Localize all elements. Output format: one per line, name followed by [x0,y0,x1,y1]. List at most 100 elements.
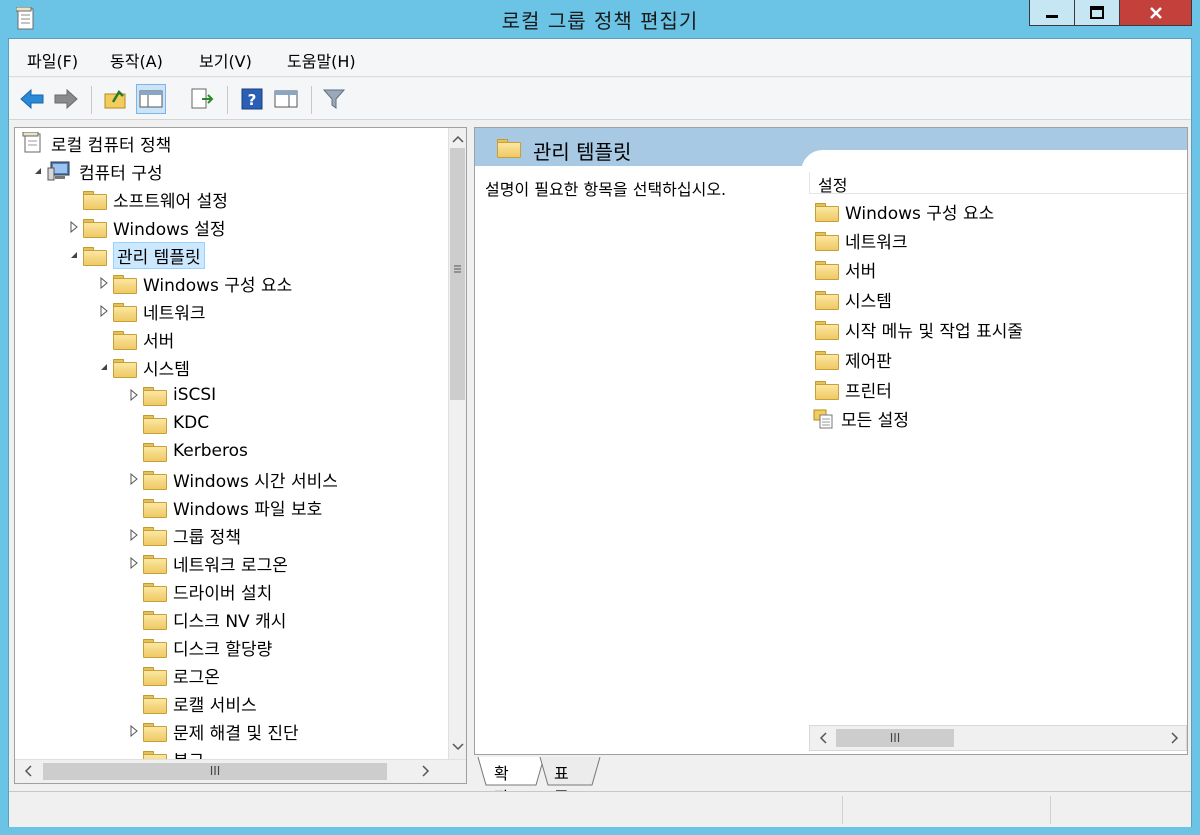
tree-item-windows-components[interactable]: Windows 구성 요소 [95,270,292,296]
scroll-down-icon[interactable] [449,738,466,756]
scroll-right-icon[interactable] [1166,729,1184,747]
tree-item-computer-config[interactable]: 컴퓨터 구성 [29,158,163,184]
tree-item-driver-install[interactable]: 드라이버 설치 [125,578,272,604]
svg-text:?: ? [248,91,257,109]
tree-horizontal-scrollbar[interactable]: III [15,759,466,783]
folder-icon [497,139,521,158]
filter-button[interactable] [319,84,349,114]
tree-item-kerberos[interactable]: Kerberos [125,438,248,464]
tree-item-time-service[interactable]: Windows 시간 서비스 [125,466,338,492]
collapsed-arrow-icon[interactable] [125,722,143,740]
tree-item-root[interactable]: 로컬 컴퓨터 정책 [21,130,171,156]
collapsed-arrow-icon[interactable] [125,526,143,544]
scroll-left-icon[interactable] [814,729,832,747]
grip-icon [454,265,461,273]
policy-document-icon [22,132,41,153]
help-button[interactable]: ? [237,84,267,114]
toolbar-separator [311,86,312,114]
tree-label: 서버 [143,331,175,352]
tree-item-kdc[interactable]: KDC [125,410,209,436]
tree-item-network[interactable]: 네트워크 [95,298,206,324]
up-button[interactable] [101,84,131,114]
scroll-thumb[interactable]: III [43,763,387,780]
close-button[interactable] [1120,0,1192,26]
details-pane: 관리 템플릿 설명이 필요한 항목을 선택하십시오. 설정 Windows 구성… [474,127,1188,755]
folder-icon [143,442,167,462]
list-item-label: 모든 설정 [841,410,909,431]
list-item-control-panel[interactable]: 제어판 [815,346,892,372]
collapsed-arrow-icon[interactable] [125,470,143,488]
menu-help[interactable]: 도움말(H) [287,48,356,72]
collapsed-arrow-icon[interactable] [95,274,113,292]
maximize-button[interactable] [1075,0,1120,26]
menu-action[interactable]: 동작(A) [110,48,163,72]
collapsed-arrow-icon[interactable] [65,218,83,236]
menu-view[interactable]: 보기(V) [199,48,252,72]
tree-vertical-scrollbar[interactable] [448,128,466,760]
folder-icon [143,470,167,490]
folder-icon [113,302,137,322]
collapsed-arrow-icon[interactable] [125,554,143,572]
scroll-left-icon[interactable] [19,762,37,780]
tab-extended[interactable]: 확장 [486,757,517,807]
export-list-icon [191,88,214,109]
tree-item-admin-templates[interactable]: 관리 템플릿 [65,241,205,269]
list-item-start-menu[interactable]: 시작 메뉴 및 작업 표시줄 [815,316,1023,342]
tree-label: 네트워크 로그온 [173,555,288,576]
forward-button[interactable] [51,84,81,114]
details-horizontal-scrollbar[interactable]: III [809,725,1187,751]
list-item-label: 서버 [845,261,877,282]
back-arrow-icon [20,88,44,110]
tree-label: 컴퓨터 구성 [79,163,163,184]
scroll-up-icon[interactable] [449,130,466,148]
tree-item-disk-nv-cache[interactable]: 디스크 NV 캐시 [125,606,286,632]
title-bar: 로컬 그룹 정책 편집기 [0,0,1200,38]
export-list-button[interactable] [187,84,217,114]
tree-item-windows-settings[interactable]: Windows 설정 [65,214,226,240]
tree-item-server[interactable]: 서버 [95,326,174,352]
list-item-server[interactable]: 서버 [815,256,876,282]
tree-item-logon[interactable]: 로그온 [125,662,220,688]
tree-label: Windows 파일 보호 [173,499,323,520]
show-hide-action-pane-button[interactable] [271,84,301,114]
tree-item-iscsi[interactable]: iSCSI [125,382,216,408]
column-header-label: 설정 [818,176,848,195]
collapsed-arrow-icon[interactable] [125,386,143,404]
tree-item-local-services[interactable]: 로캘 서비스 [125,690,257,716]
tree-label: 관리 템플릿 [113,241,205,269]
menu-file[interactable]: 파일(F) [27,48,78,72]
minimize-button[interactable] [1029,0,1075,26]
tree-item-file-protection[interactable]: Windows 파일 보호 [125,494,322,520]
expanded-arrow-icon[interactable] [95,358,113,376]
scroll-thumb[interactable] [450,148,465,400]
column-header-setting[interactable]: 설정 [809,172,1187,195]
list-item-all-settings[interactable]: 모든 설정 [813,405,909,431]
minimize-icon [1046,14,1058,18]
tree-item-group-policy[interactable]: 그룹 정책 [125,522,241,548]
folder-icon [815,380,839,400]
tab-standard[interactable]: 표준 [546,757,577,807]
scroll-right-icon[interactable] [417,762,435,780]
scroll-thumb[interactable]: III [836,729,954,747]
list-item-system[interactable]: 시스템 [815,286,892,312]
show-hide-tree-icon [139,90,163,108]
toolbar: ? [9,78,1191,120]
expanded-arrow-icon[interactable] [29,162,47,180]
folder-icon [143,414,167,434]
show-hide-tree-button[interactable] [136,84,166,114]
tree-item-software-settings[interactable]: 소프트웨어 설정 [65,186,228,212]
tree-label: Windows 시간 서비스 [173,471,338,492]
tree-label: 시스템 [143,359,190,380]
tree-label: Kerberos [173,441,248,461]
tree-label: 디스크 할당량 [173,639,273,660]
tree-item-net-logon[interactable]: 네트워크 로그온 [125,550,288,576]
back-button[interactable] [17,84,47,114]
expanded-arrow-icon[interactable] [65,246,83,264]
list-item-network[interactable]: 네트워크 [815,227,908,253]
list-item-windows-components[interactable]: Windows 구성 요소 [815,198,994,224]
tree-item-disk-quota[interactable]: 디스크 할당량 [125,634,272,660]
tree-item-troubleshoot[interactable]: 문제 해결 및 진단 [125,718,299,744]
collapsed-arrow-icon[interactable] [95,302,113,320]
list-item-printers[interactable]: 프린터 [815,376,892,402]
tree-item-system[interactable]: 시스템 [95,354,190,380]
